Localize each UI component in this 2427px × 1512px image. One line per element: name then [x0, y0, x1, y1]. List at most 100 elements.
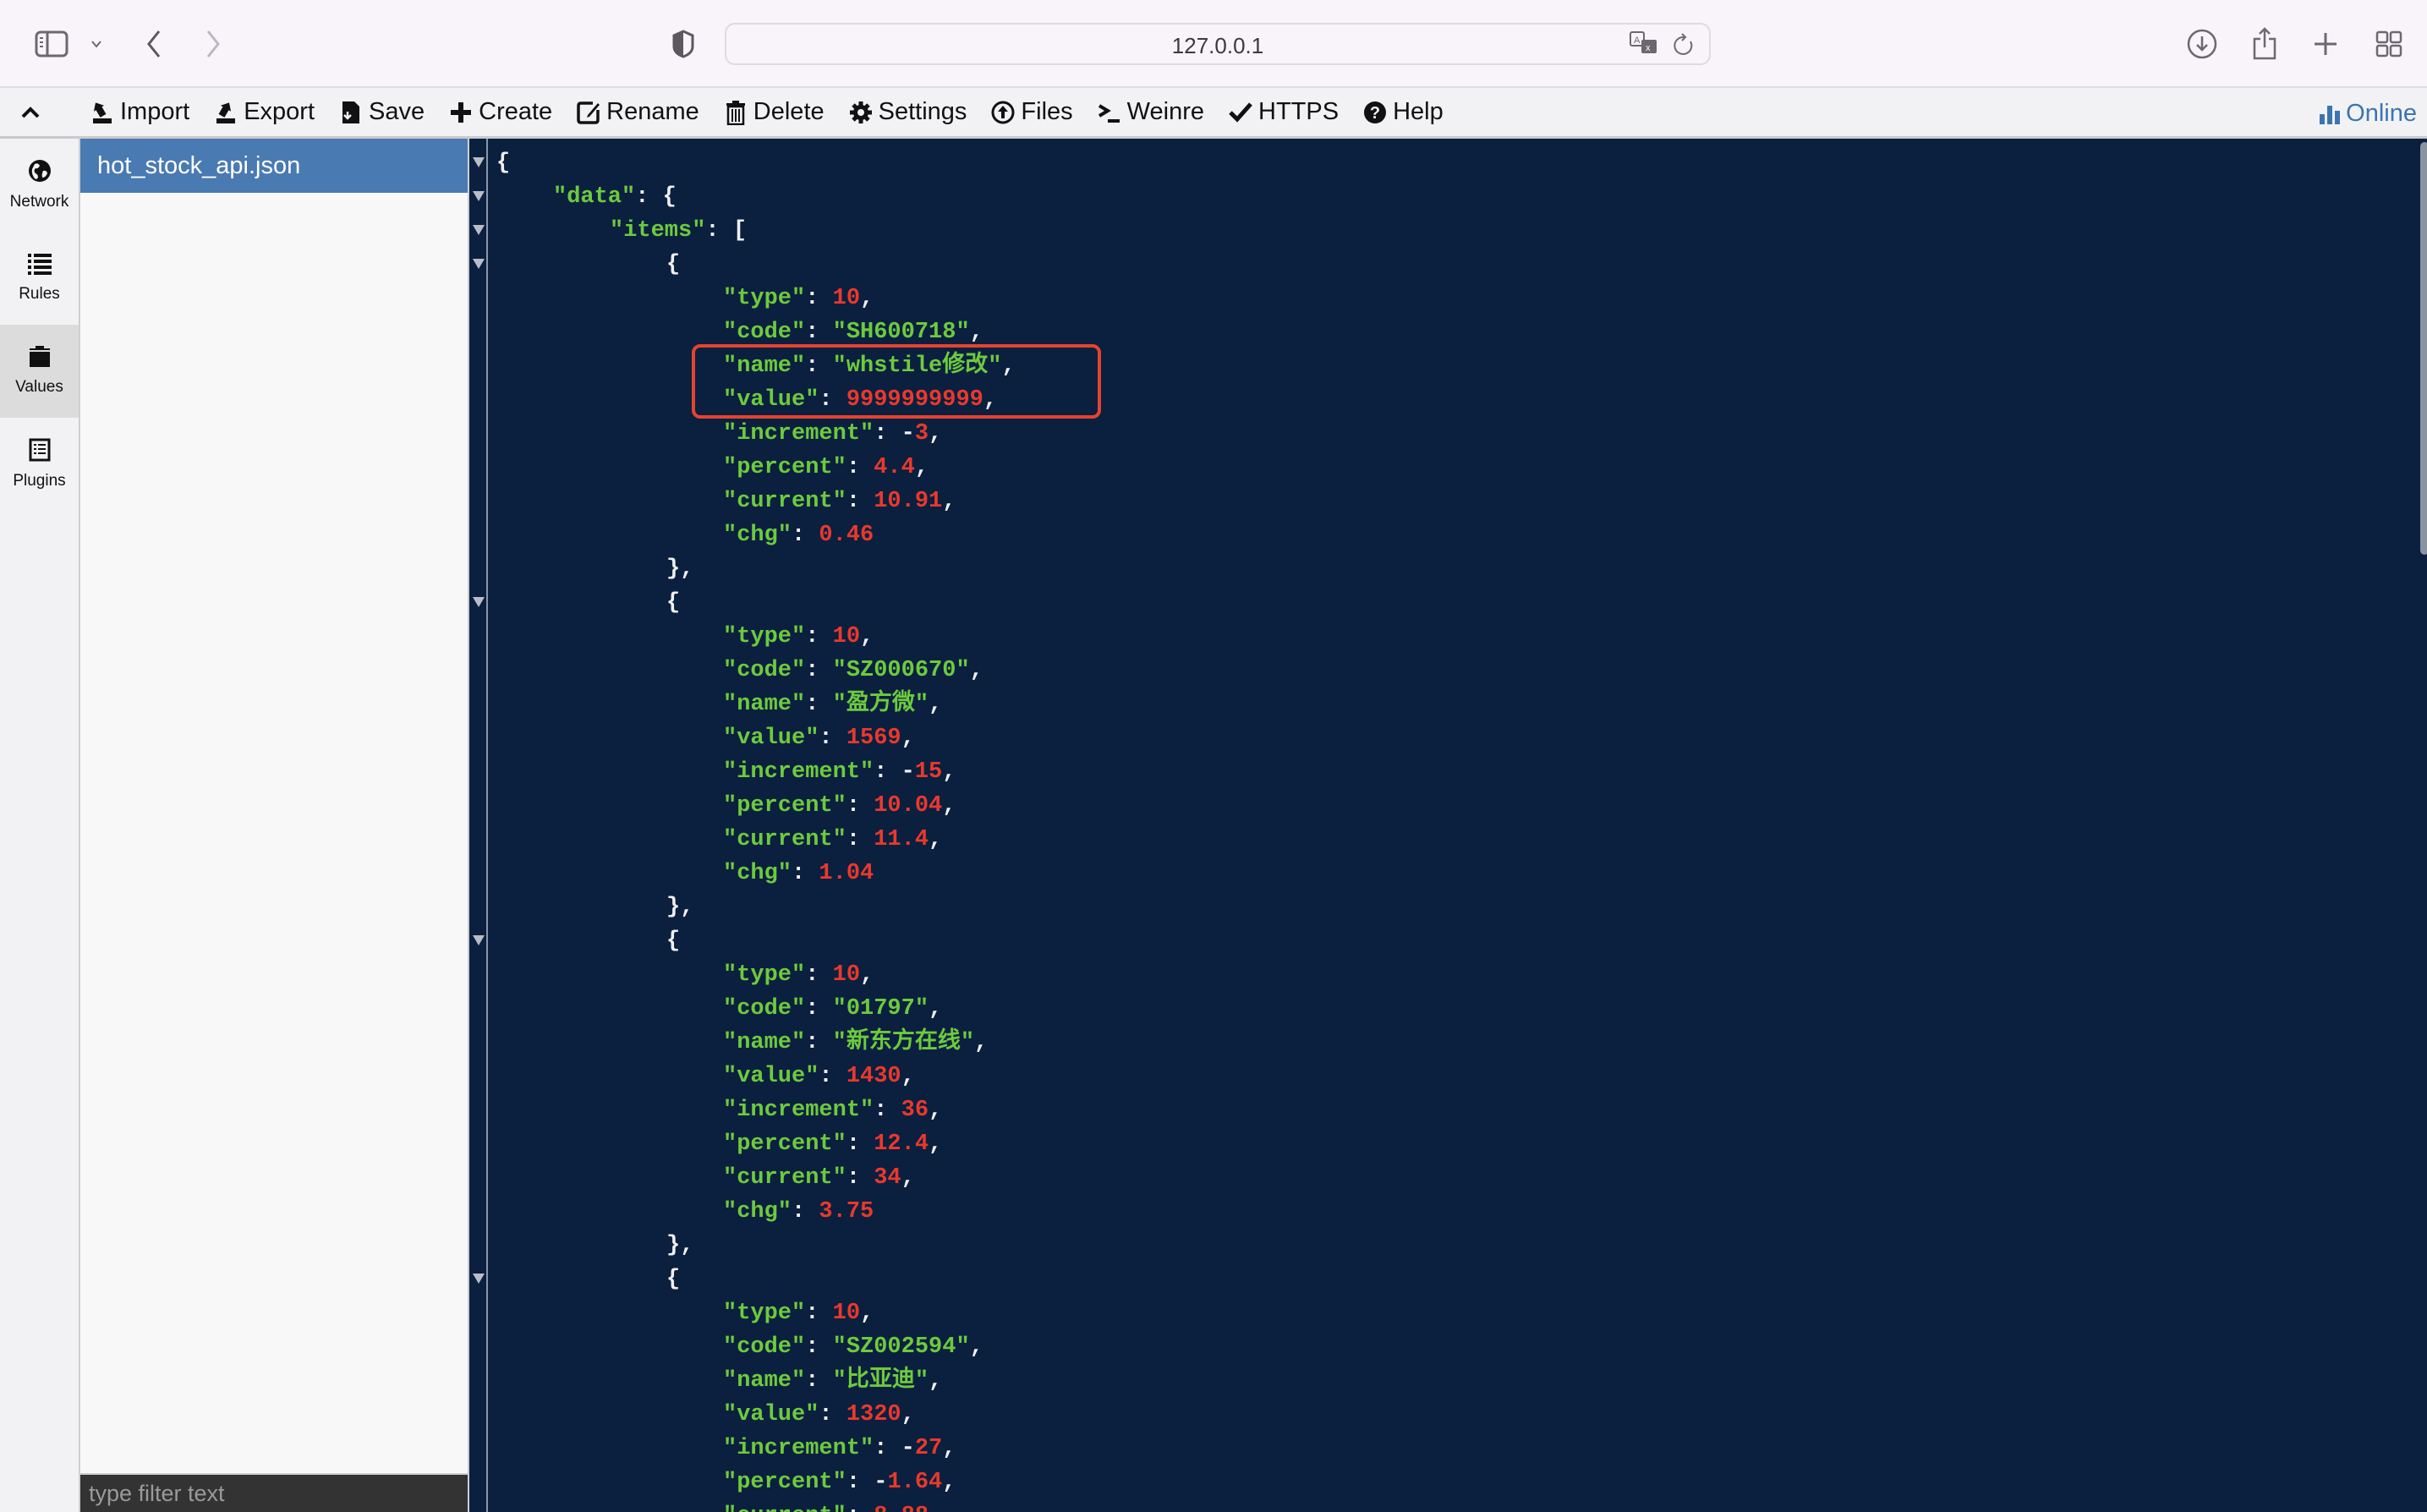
rail-item-network[interactable]: Network: [0, 139, 79, 232]
json-punct: :: [846, 455, 874, 480]
json-string: "新东方在线": [832, 1030, 975, 1055]
https-button[interactable]: HTTPS: [1228, 87, 1339, 138]
help-button[interactable]: ? Help: [1362, 87, 1444, 138]
chevron-down-icon[interactable]: [88, 25, 105, 63]
fold-arrow-icon[interactable]: [473, 935, 485, 945]
json-field-percent: "percent": 12.4,: [723, 1127, 942, 1161]
json-field-name: "name": "新东方在线",: [723, 1026, 988, 1060]
json-string: "whstile修改": [832, 353, 1002, 379]
fold-arrow-icon[interactable]: [473, 597, 485, 607]
json-field-name: "name": "whstile修改",: [723, 349, 1016, 383]
json-field-current: "current": 34,: [723, 1161, 915, 1195]
json-punct: :: [846, 1470, 874, 1495]
shield-icon[interactable]: [671, 25, 695, 63]
json-number: 36: [901, 1098, 929, 1123]
json-number: 0.46: [819, 523, 874, 548]
json-key: "chg": [723, 523, 792, 548]
json-key: "name": [723, 692, 806, 717]
json-key: "increment": [723, 421, 874, 446]
export-button[interactable]: Export: [213, 87, 315, 138]
address-bar[interactable]: 127.0.0.1 Ax: [725, 23, 1711, 65]
download-icon[interactable]: [2187, 25, 2217, 63]
json-number: 10: [832, 1301, 861, 1326]
translate-icon[interactable]: Ax: [1630, 31, 1660, 58]
forward-icon[interactable]: [201, 25, 225, 63]
json-key: "increment": [723, 1098, 874, 1123]
fold-arrow-icon[interactable]: [473, 225, 485, 235]
json-field-name: "name": "比亚迪",: [723, 1364, 942, 1398]
online-status[interactable]: Online: [2319, 88, 2417, 139]
json-punct: :: [846, 827, 874, 852]
json-number: 4.4: [874, 455, 915, 480]
create-button[interactable]: Create: [448, 87, 552, 138]
delete-label: Delete: [753, 98, 825, 125]
json-punct: },: [666, 1233, 694, 1258]
weinre-button[interactable]: Weinre: [1097, 87, 1204, 138]
json-line: {: [666, 248, 680, 282]
rail-item-values[interactable]: Values: [0, 325, 79, 418]
json-key: "chg": [723, 1199, 792, 1224]
json-key: "value": [723, 1064, 819, 1089]
json-field-type: "type": 10,: [723, 282, 874, 315]
share-icon[interactable]: [2251, 25, 2278, 63]
rail-label-network: Network: [9, 193, 69, 211]
reload-icon[interactable]: [1672, 33, 1696, 58]
json-punct: -: [874, 1470, 888, 1495]
json-punct: :: [805, 353, 833, 379]
terminal-icon: [1098, 103, 1120, 123]
json-punct: :: [792, 1199, 819, 1224]
json-punct: {: [666, 929, 681, 954]
json-punct: ,: [901, 726, 915, 751]
json-number: 1320: [846, 1402, 901, 1427]
collapse-button[interactable]: [20, 87, 54, 138]
browser-chrome: 127.0.0.1 Ax: [0, 0, 2427, 88]
json-punct: :: [819, 1402, 846, 1427]
tab-overview-icon[interactable]: [2375, 25, 2403, 63]
rail-label-values: Values: [15, 378, 63, 396]
save-label: Save: [369, 98, 425, 125]
json-string: "SZ000670": [832, 658, 970, 683]
json-punct: ,: [914, 455, 929, 480]
fold-arrow-icon[interactable]: [473, 191, 485, 201]
json-editor[interactable]: {"data": {"items": [{"type": 10, "code": …: [490, 139, 2418, 1512]
fold-arrow-icon[interactable]: [473, 157, 485, 167]
json-punct: ,: [929, 692, 943, 717]
json-punct: ,: [929, 1131, 943, 1157]
settings-button[interactable]: Settings: [848, 87, 967, 138]
json-number: 1569: [846, 726, 901, 751]
json-number: 3: [914, 421, 929, 446]
json-key: "type": [723, 624, 806, 649]
import-button[interactable]: Import: [90, 87, 189, 138]
delete-button[interactable]: Delete: [723, 87, 825, 138]
json-key: "percent": [723, 793, 846, 819]
file-item-selected[interactable]: hot_stock_api.json: [80, 139, 468, 193]
json-punct: ,: [860, 962, 874, 988]
json-punct: ,: [942, 759, 956, 785]
json-key: "increment": [723, 1436, 874, 1461]
json-punct: {: [666, 590, 681, 616]
json-key: "chg": [723, 861, 792, 886]
json-punct: :: [805, 692, 833, 717]
files-button[interactable]: Files: [990, 87, 1073, 138]
save-button[interactable]: Save: [338, 87, 425, 138]
fold-arrow-icon[interactable]: [473, 1274, 485, 1284]
json-punct: :: [792, 523, 819, 548]
back-icon[interactable]: [142, 25, 166, 63]
rail-item-rules[interactable]: Rules: [0, 232, 79, 325]
rename-button[interactable]: Rename: [576, 87, 699, 138]
import-label: Import: [120, 98, 190, 125]
sidebar-icon[interactable]: [34, 25, 69, 63]
url-text[interactable]: 127.0.0.1: [726, 33, 1709, 59]
new-tab-icon[interactable]: [2312, 25, 2339, 63]
json-field-percent: "percent": -1.64,: [723, 1465, 956, 1499]
plus-icon: [451, 101, 472, 123]
json-field-chg: "chg": 1.04: [723, 857, 874, 890]
rail-item-plugins[interactable]: Plugins: [0, 418, 79, 511]
editor-scrollbar[interactable]: [2420, 142, 2427, 555]
json-key: "items": [610, 218, 706, 244]
json-line: {: [496, 146, 510, 180]
fold-arrow-icon[interactable]: [473, 259, 485, 269]
filter-input[interactable]: [80, 1475, 468, 1512]
json-punct: ,: [929, 1368, 943, 1394]
json-punct: : {: [635, 184, 677, 210]
